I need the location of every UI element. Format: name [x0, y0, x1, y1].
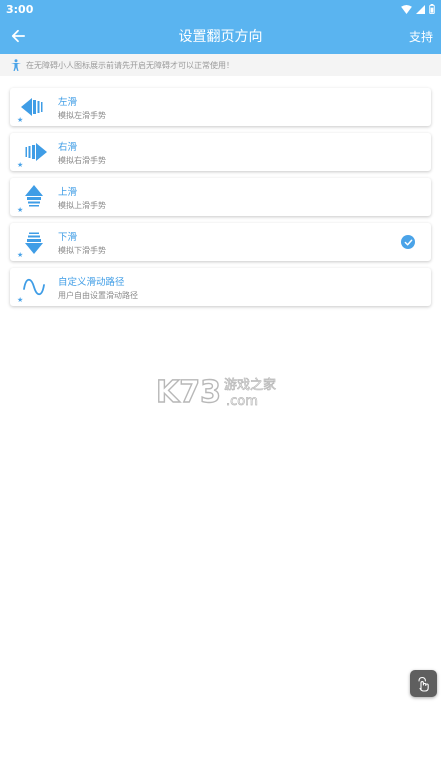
app-bar: 设置翻页方向 支持: [0, 18, 441, 54]
wave-icon: [23, 278, 45, 296]
option-swipe-left[interactable]: ★ 左滑 模拟左滑手势: [10, 88, 431, 126]
floating-gesture-button[interactable]: [410, 670, 437, 697]
page-title: 设置翻页方向: [178, 29, 263, 45]
notice-text: 在无障碍小人图标展示前请先开启无障碍才可以正常使用！: [26, 60, 234, 70]
accessibility-notice: 在无障碍小人图标展示前请先开启无障碍才可以正常使用！: [0, 54, 441, 76]
star-mark: ★: [17, 296, 24, 304]
battery-icon: [429, 4, 435, 14]
option-subtitle: 模拟左滑手势: [58, 110, 106, 120]
option-title: 上滑: [58, 186, 78, 198]
option-custom-path[interactable]: ★ 自定义滑动路径 用户自由设置滑动路径: [10, 268, 431, 306]
option-swipe-up[interactable]: ★ 上滑 模拟上滑手势: [10, 178, 431, 216]
option-subtitle: 模拟下滑手势: [58, 245, 106, 255]
wifi-icon: [401, 4, 412, 14]
option-subtitle: 模拟右滑手势: [58, 155, 106, 165]
star-mark: ★: [17, 251, 24, 259]
star-mark: ★: [17, 116, 24, 124]
option-title: 自定义滑动路径: [58, 276, 125, 288]
option-title: 下滑: [58, 231, 78, 243]
watermark-domain: .com: [226, 394, 258, 409]
option-swipe-down[interactable]: ★ 下滑 模拟下滑手势: [10, 223, 431, 261]
status-bar: 3:00: [0, 0, 441, 18]
option-title: 右滑: [58, 141, 78, 153]
selected-check-icon: [401, 235, 415, 249]
support-button[interactable]: 支持: [409, 28, 441, 45]
back-button[interactable]: [0, 18, 36, 54]
star-mark: ★: [17, 206, 24, 214]
touch-gesture-icon: [418, 676, 429, 692]
star-mark: ★: [17, 161, 24, 169]
option-title: 左滑: [58, 96, 78, 108]
signal-icon: [416, 4, 425, 14]
status-icons: [401, 4, 435, 14]
option-subtitle: 模拟上滑手势: [58, 200, 106, 210]
option-swipe-right[interactable]: ★ 右滑 模拟右滑手势: [10, 133, 431, 171]
accessibility-person-icon: [10, 59, 22, 71]
arrow-up-icon: [25, 185, 43, 207]
direction-option-list: ★ 左滑 模拟左滑手势 ★ 右滑 模拟右滑手势 ★ 上滑 模拟上滑手势 ★ 下滑…: [0, 76, 441, 306]
watermark-brand: K73: [156, 375, 221, 410]
status-time: 3:00: [6, 2, 34, 16]
arrow-down-icon: [25, 232, 43, 254]
k73-watermark: K73 游戏之家 .com: [156, 374, 276, 410]
top-area: 3:00 设置翻页方向 支持: [0, 0, 441, 54]
option-subtitle: 用户自由设置滑动路径: [58, 290, 138, 300]
arrow-back-icon: [11, 29, 25, 43]
arrow-right-icon: [25, 143, 47, 161]
watermark-cn: 游戏之家: [224, 377, 276, 393]
arrow-left-icon: [21, 98, 43, 116]
